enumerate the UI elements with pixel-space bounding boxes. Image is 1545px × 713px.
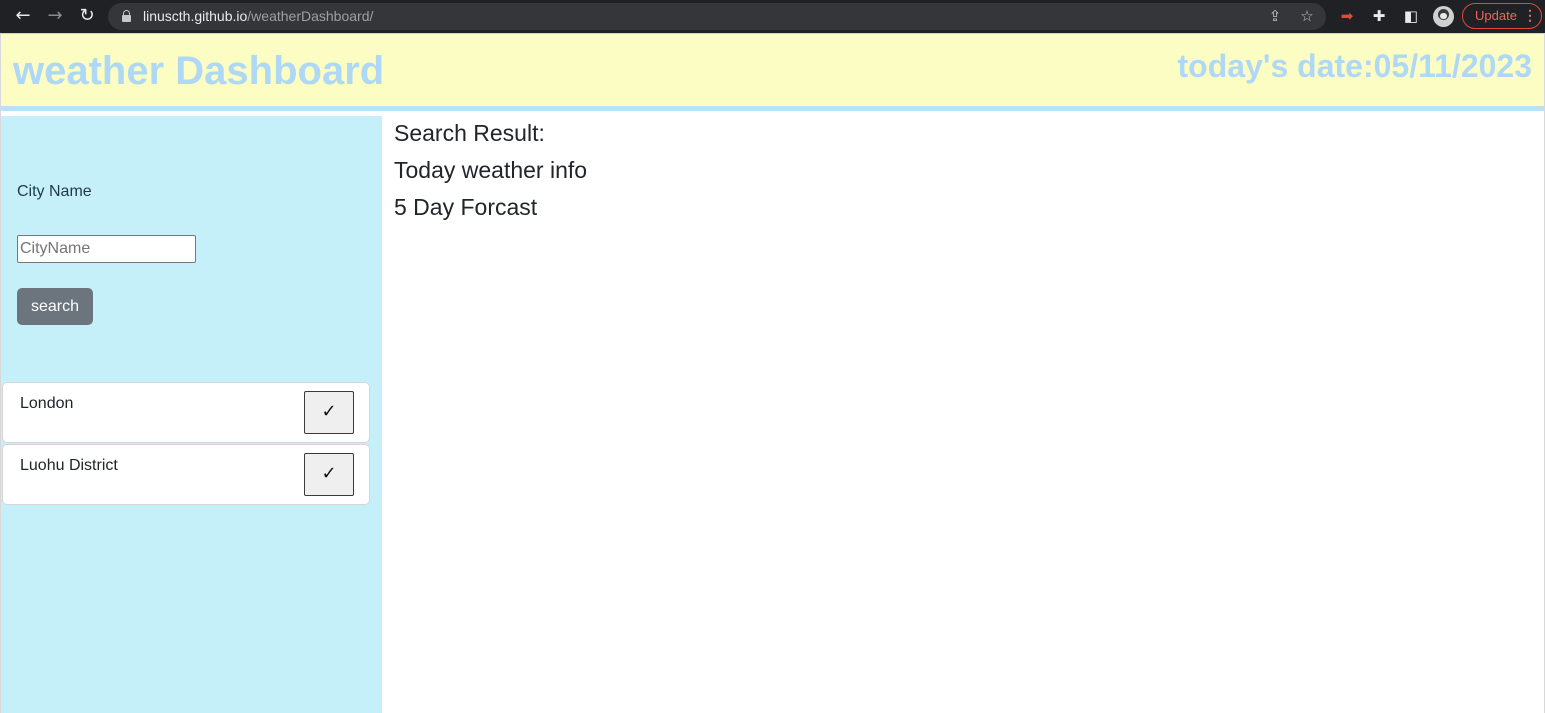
side-panel-icon[interactable]: ◧	[1401, 6, 1421, 26]
puzzle-extensions-icon[interactable]: ✚	[1369, 6, 1389, 26]
history-city-name: Luohu District	[20, 457, 118, 474]
reload-icon[interactable]: ↻	[76, 5, 98, 27]
search-history-list: London ✓ Luohu District ✓	[2, 382, 370, 506]
update-label: Update	[1475, 8, 1517, 23]
page-header: weather Dashboard today's date:05/11/202…	[1, 33, 1544, 111]
url-path: /weatherDashboard/	[247, 8, 374, 24]
five-day-forecast-heading: 5 Day Forcast	[394, 194, 538, 220]
browser-toolbar: ← → ↻ linuscth.github.io/weatherDashboar…	[0, 0, 1545, 33]
search-button[interactable]: search	[17, 288, 93, 325]
more-menu-icon[interactable]: ⋮	[1523, 4, 1537, 27]
url-host: linuscth.github.io	[143, 8, 248, 24]
search-result-heading: Search Result:	[394, 120, 545, 146]
todays-date: today's date:05/11/2023	[1177, 48, 1532, 84]
check-icon[interactable]: ✓	[304, 453, 354, 496]
history-item-luohu-district[interactable]: Luohu District ✓	[2, 444, 370, 505]
profile-avatar[interactable]	[1433, 6, 1454, 27]
star-icon[interactable]: ☆	[1298, 7, 1316, 25]
lock-icon	[122, 10, 131, 22]
share-icon[interactable]: ⇪	[1266, 7, 1284, 25]
address-bar[interactable]: linuscth.github.io/weatherDashboard/ ⇪ ☆	[108, 3, 1326, 30]
check-icon[interactable]: ✓	[304, 391, 354, 434]
extension-arrow-icon[interactable]: ➡	[1337, 6, 1357, 26]
page-title: weather Dashboard	[13, 49, 385, 93]
update-button[interactable]: Update ⋮	[1462, 3, 1542, 29]
history-item-london[interactable]: London ✓	[2, 382, 370, 443]
url-text: linuscth.github.io/weatherDashboard/	[143, 8, 373, 25]
city-name-label: City Name	[17, 183, 92, 200]
city-name-input[interactable]	[17, 235, 196, 263]
history-city-name: London	[20, 395, 74, 412]
back-arrow-icon[interactable]: ←	[12, 5, 34, 27]
forward-arrow-icon[interactable]: →	[44, 5, 66, 27]
results-panel: Search Result: Today weather info 5 Day …	[382, 116, 1544, 713]
search-sidebar: City Name search London ✓ Luohu District…	[1, 116, 382, 713]
today-weather-heading: Today weather info	[394, 157, 588, 183]
page: weather Dashboard today's date:05/11/202…	[0, 33, 1545, 713]
